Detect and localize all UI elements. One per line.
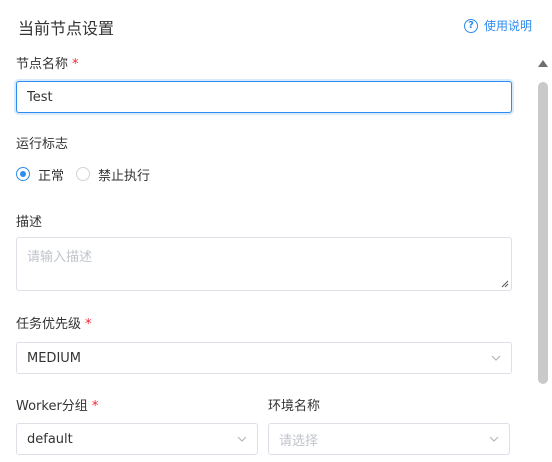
radio-unchecked-icon bbox=[76, 167, 91, 181]
required-mark: * bbox=[85, 317, 92, 332]
env-name-label: 环境名称 bbox=[268, 399, 321, 414]
radio-checked-icon bbox=[16, 167, 30, 181]
run-flag-radio-group: 正常 禁止执行 bbox=[16, 164, 512, 184]
worker-env-row: Worker分组 * default 环境名称 请选择 bbox=[16, 398, 512, 455]
required-mark: * bbox=[91, 399, 99, 414]
radio-forbidden[interactable]: 禁止执行 bbox=[76, 165, 150, 184]
env-name-placeholder: 请选择 bbox=[279, 433, 319, 449]
resize-handle-icon[interactable] bbox=[501, 280, 509, 288]
panel-title: 当前节点设置 bbox=[18, 19, 115, 38]
worker-group-value: default bbox=[27, 431, 73, 447]
chevron-down-icon bbox=[489, 436, 499, 442]
task-priority-value: MEDIUM bbox=[27, 350, 82, 366]
vertical-scrollbar[interactable] bbox=[536, 60, 550, 462]
worker-group-select[interactable]: default bbox=[16, 423, 258, 455]
radio-forbidden-label: 禁止执行 bbox=[98, 168, 151, 184]
env-name-select[interactable]: 请选择 bbox=[268, 423, 510, 455]
description-textarea[interactable]: 请输入描述 bbox=[16, 237, 512, 291]
node-name-label: 节点名称 * bbox=[16, 57, 79, 72]
node-name-value: Test bbox=[27, 89, 53, 105]
task-priority-select[interactable]: MEDIUM bbox=[16, 342, 512, 374]
required-mark: * bbox=[72, 57, 79, 72]
radio-normal[interactable]: 正常 bbox=[16, 165, 64, 184]
panel-header: 当前节点设置 ? 使用说明 bbox=[18, 12, 534, 40]
task-priority-label: 任务优先级 * bbox=[16, 317, 92, 332]
chevron-down-icon bbox=[491, 355, 501, 361]
worker-group-field: Worker分组 * default bbox=[16, 398, 258, 455]
run-flag-label: 运行标志 bbox=[16, 137, 69, 152]
description-label: 描述 bbox=[16, 215, 43, 230]
chevron-down-icon bbox=[237, 436, 247, 442]
worker-group-label: Worker分组 * bbox=[16, 399, 99, 414]
scroll-up-arrow-icon[interactable] bbox=[538, 60, 548, 67]
node-settings-form: 节点名称 * Test 运行标志 正常 禁止执行 描述 请输入描述 任务优先级 * … bbox=[16, 56, 512, 455]
node-name-input[interactable]: Test bbox=[16, 81, 512, 113]
env-name-field: 环境名称 请选择 bbox=[268, 398, 510, 455]
description-placeholder: 请输入描述 bbox=[27, 250, 93, 265]
question-circle-icon: ? bbox=[463, 18, 478, 33]
help-link[interactable]: ? 使用说明 bbox=[463, 17, 532, 34]
radio-normal-label: 正常 bbox=[38, 168, 65, 184]
scrollbar-thumb[interactable] bbox=[538, 82, 548, 384]
help-link-label: 使用说明 bbox=[483, 19, 532, 33]
